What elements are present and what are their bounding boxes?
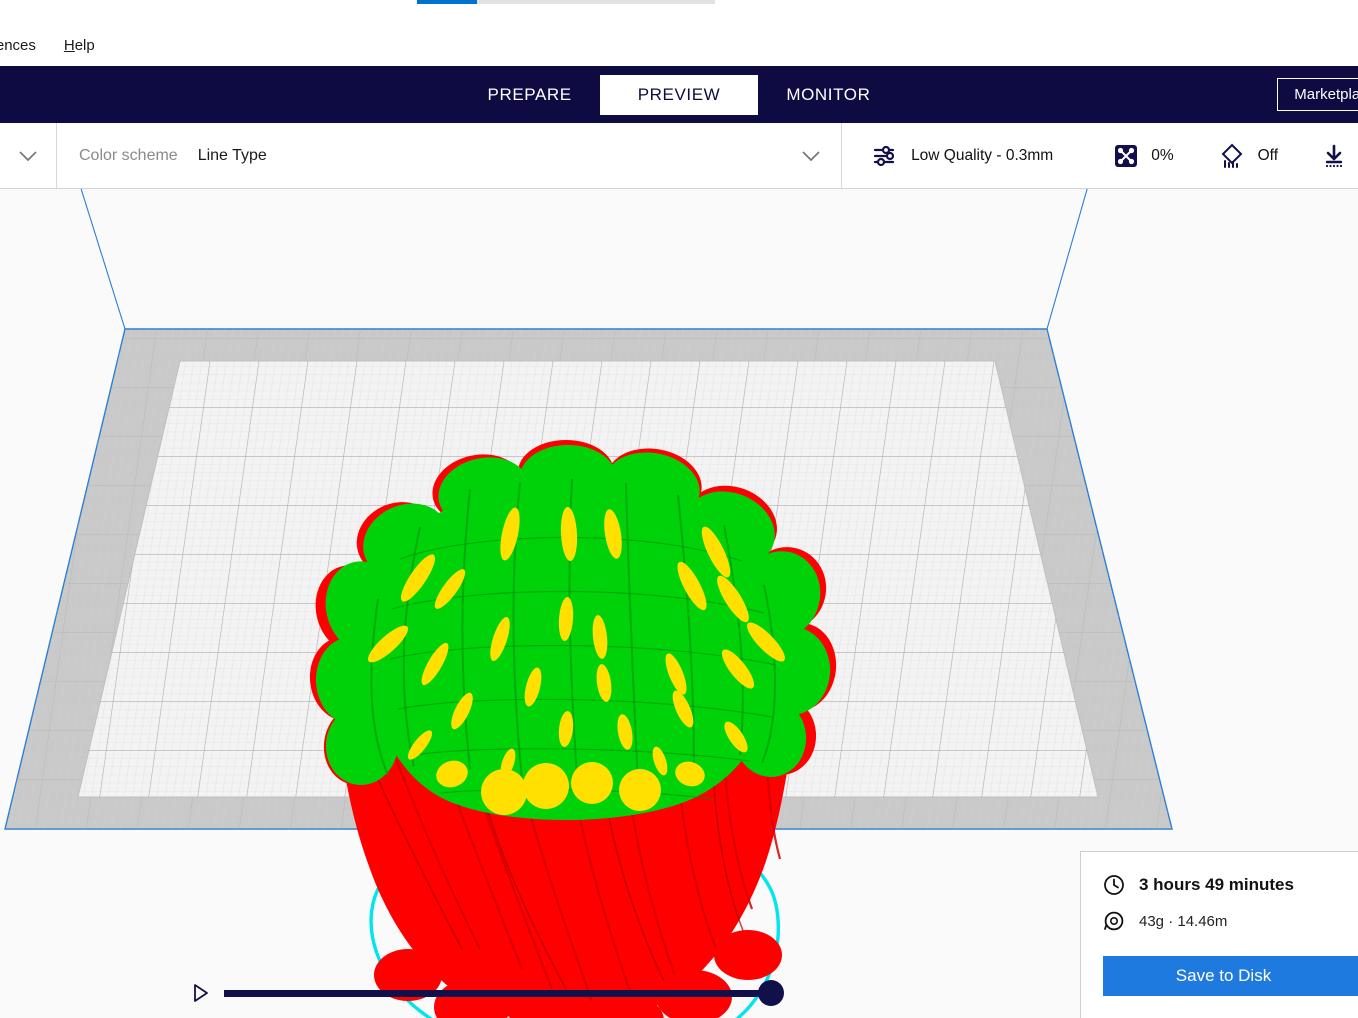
layer-slider-track [224, 990, 782, 997]
print-time-row: 3 hours 49 minutes [1081, 874, 1358, 896]
print-quality-sliders-icon [871, 142, 899, 170]
menu-bar: eferences Help [0, 26, 1358, 66]
build-plate-adhesion-icon [1320, 142, 1348, 170]
filament-spool-icon [1103, 910, 1125, 932]
machine-selector-chevron[interactable] [0, 123, 57, 188]
color-scheme-dropdown[interactable]: Color scheme Line Type [57, 123, 842, 188]
print-quality-value: Low Quality - 0.3mm [911, 147, 1053, 165]
color-scheme-value: Line Type [198, 147, 267, 165]
material-row: 43g · 14.46m [1081, 910, 1358, 932]
tab-monitor[interactable]: MONITOR [758, 75, 898, 115]
play-triangle-icon [192, 983, 210, 1003]
infill-value: 0% [1151, 147, 1173, 165]
print-time-value: 3 hours 49 minutes [1139, 875, 1294, 895]
save-to-disk-button[interactable]: Save to Disk [1103, 956, 1358, 996]
layer-timeline [192, 976, 782, 1010]
nav-bottom-band [0, 116, 1358, 123]
infill-button[interactable]: 0% [1069, 143, 1189, 169]
clock-icon [1103, 874, 1125, 896]
color-scheme-chevron-down-icon [801, 149, 821, 163]
layer-slider[interactable] [224, 981, 782, 1005]
support-value: Off [1258, 147, 1278, 165]
cura-preview-window: eferences Help PREPARE PREVIEW MONITOR M… [0, 0, 1358, 1018]
marketplace-button[interactable]: Marketplace [1277, 78, 1358, 111]
menu-help-rest: elp [75, 37, 95, 54]
top-progress-fill [417, 0, 477, 4]
print-settings-summary: Low Quality - 0.3mm 0% [855, 123, 1358, 188]
print-information-panel: 3 hours 49 minutes 43g · 14.46m Save to … [1080, 851, 1358, 1018]
adhesion-button[interactable] [1294, 142, 1358, 170]
preview-toolbar: Color scheme Line Type [0, 123, 1358, 189]
top-progress-bar [417, 0, 715, 4]
chevron-down-icon [18, 149, 38, 163]
layer-slider-handle[interactable] [758, 980, 784, 1006]
menu-item-preferences[interactable]: eferences [0, 26, 50, 66]
main-navigation-bar: PREPARE PREVIEW MONITOR Marketplace [0, 66, 1358, 123]
tab-prepare[interactable]: PREPARE [460, 75, 600, 115]
menu-item-help[interactable]: Help [50, 26, 109, 66]
tab-preview[interactable]: PREVIEW [600, 75, 759, 115]
print-quality-button[interactable]: Low Quality - 0.3mm [855, 142, 1069, 170]
infill-icon [1113, 143, 1139, 169]
stage-tabs: PREPARE PREVIEW MONITOR [0, 66, 1358, 123]
material-value: 43g · 14.46m [1139, 913, 1227, 930]
play-button[interactable] [192, 983, 210, 1003]
support-button[interactable]: Off [1190, 142, 1294, 170]
support-blocker-icon [1218, 142, 1246, 170]
color-scheme-label: Color scheme [79, 147, 178, 165]
